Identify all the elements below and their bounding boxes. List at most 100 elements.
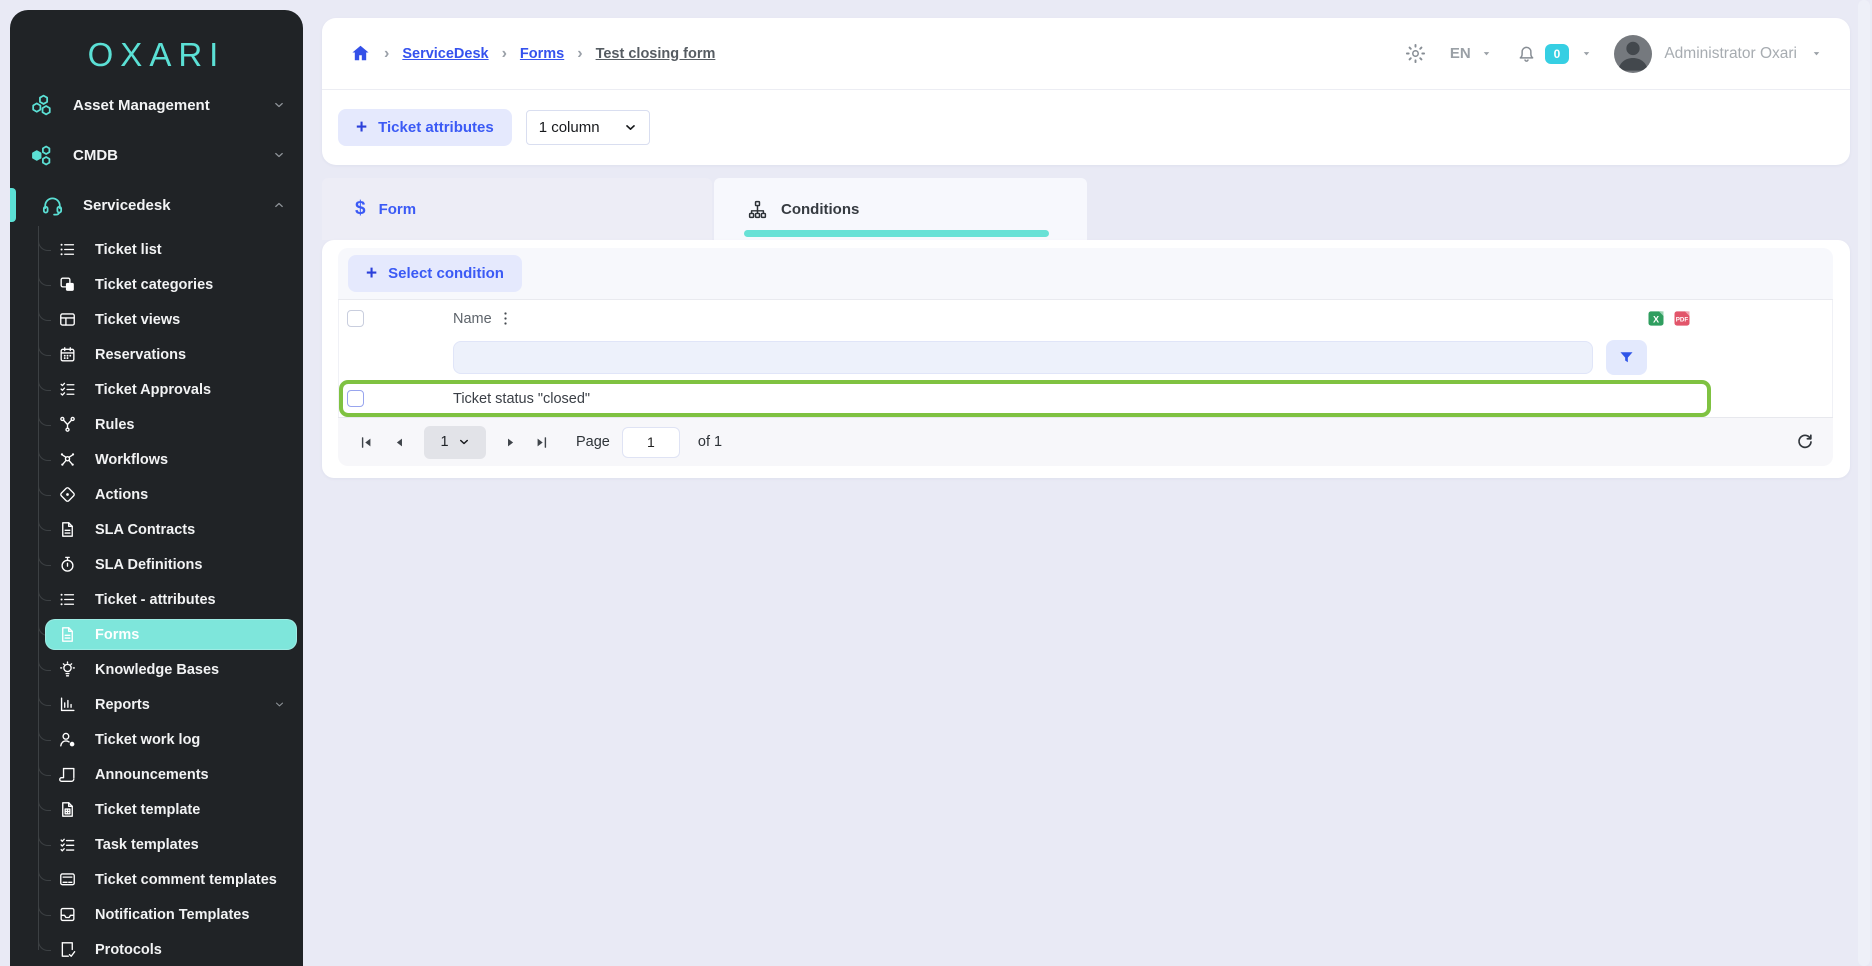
column-header-name[interactable]: Name <box>453 311 492 327</box>
stopwatch-icon <box>58 555 77 574</box>
columns-select[interactable]: 1 column <box>526 110 650 145</box>
sidebar-item-label: Protocols <box>95 942 162 958</box>
sidebar-item-label: Actions <box>95 487 148 503</box>
grid-rows: Ticket status "closed" <box>339 380 1832 417</box>
sidebar-item-sla-definitions[interactable]: SLA Definitions <box>10 547 303 582</box>
sidebar-item-ticket-work-log[interactable]: Ticket work log <box>10 722 303 757</box>
sidebar-item-sla-contracts[interactable]: SLA Contracts <box>10 512 303 547</box>
svg-text:PDF: PDF <box>1676 316 1689 323</box>
previous-page-button[interactable] <box>391 434 408 451</box>
last-page-button[interactable] <box>533 434 550 451</box>
row-checkbox[interactable] <box>347 390 364 407</box>
sidebar-item-label: Notification Templates <box>95 907 249 923</box>
breadcrumb-separator: › <box>502 45 507 63</box>
sidebar-item-workflows[interactable]: Workflows <box>10 442 303 477</box>
chart-icon <box>58 695 77 714</box>
columns-select-value: 1 column <box>539 119 600 136</box>
sidebar-item-rules[interactable]: Rules <box>10 407 303 442</box>
tab-conditions[interactable]: Conditions <box>714 178 1087 240</box>
app-logo: OXARI <box>10 36 303 74</box>
sidebar-item-forms[interactable]: Forms <box>10 617 303 652</box>
language-selector[interactable]: EN <box>1450 45 1471 62</box>
sidebar-section-cmdb[interactable]: CMDB <box>10 130 303 180</box>
rows-icon <box>58 240 77 259</box>
page-scrollbar[interactable] <box>1858 0 1870 966</box>
sidebar-section-servicedesk[interactable]: Servicedesk <box>10 180 303 230</box>
ticket-attributes-button[interactable]: + Ticket attributes <box>338 109 512 146</box>
select-all-checkbox[interactable] <box>347 310 364 327</box>
grid-toolbar: + Select condition <box>338 248 1833 300</box>
column-menu-icon[interactable] <box>497 310 514 327</box>
breadcrumb: ›ServiceDesk›Forms›Test closing form <box>350 43 715 64</box>
sidebar-item-task-templates[interactable]: Task templates <box>10 827 303 862</box>
sidebar-item-ticket-attributes[interactable]: Ticket - attributes <box>10 582 303 617</box>
sidebar-nav: Asset Management CMDB ServicedeskTicket li… <box>10 80 303 966</box>
breadcrumb-separator: › <box>577 45 582 63</box>
gear-icon[interactable] <box>1405 43 1426 64</box>
conditions-grid: + Select condition Name X PDF <box>338 248 1833 466</box>
sidebar-item-label: Ticket - attributes <box>95 592 216 608</box>
breadcrumb-test-closing-form: Test closing form <box>596 46 716 62</box>
user-name[interactable]: Administrator Oxari <box>1664 45 1797 63</box>
refresh-icon[interactable] <box>1795 432 1815 452</box>
breadcrumb-servicedesk[interactable]: ServiceDesk <box>402 46 488 62</box>
language-caret-icon[interactable] <box>1481 48 1492 59</box>
sidebar-item-protocols[interactable]: Protocols <box>10 932 303 966</box>
page-number-input[interactable] <box>622 427 680 458</box>
sidebar-item-ticket-list[interactable]: Ticket list <box>10 232 303 267</box>
filter-button[interactable] <box>1606 340 1647 375</box>
first-page-button[interactable] <box>358 434 375 451</box>
network-icon <box>58 450 77 469</box>
bell-icon[interactable] <box>1516 43 1537 64</box>
user-area: EN 0 Administrator Oxari <box>1405 35 1822 73</box>
file-grid-icon <box>58 800 77 819</box>
export-excel-icon[interactable]: X <box>1646 308 1666 329</box>
sidebar-item-reservations[interactable]: Reservations <box>10 337 303 372</box>
sidebar-item-label: Task templates <box>95 837 199 853</box>
sidebar-item-ticket-approvals[interactable]: Ticket Approvals <box>10 372 303 407</box>
chevron-down-icon <box>273 99 285 111</box>
tab-conditions-label: Conditions <box>781 201 859 218</box>
name-filter-input[interactable] <box>453 341 1593 374</box>
home-icon[interactable] <box>350 43 371 64</box>
notification-caret-icon[interactable] <box>1581 48 1592 59</box>
active-item-highlight <box>45 619 297 650</box>
sidebar-item-ticket-comment-templates[interactable]: Ticket comment templates <box>10 862 303 897</box>
sidebar-item-notification-templates[interactable]: Notification Templates <box>10 897 303 932</box>
sidebar-item-knowledge-bases[interactable]: Knowledge Bases <box>10 652 303 687</box>
sidebar-item-reports[interactable]: Reports <box>10 687 303 722</box>
active-tab-indicator <box>744 230 1049 237</box>
scroll-icon <box>58 765 77 784</box>
table-row[interactable]: Ticket status "closed" <box>339 380 1711 417</box>
sitemap-icon <box>747 199 768 220</box>
user-menu-caret-icon[interactable] <box>1811 48 1822 59</box>
page-label: Page <box>576 434 610 450</box>
active-section-indicator <box>10 188 16 222</box>
chevron-up-icon <box>273 199 285 211</box>
bulb-icon <box>58 660 77 679</box>
select-condition-button[interactable]: + Select condition <box>348 255 522 292</box>
comment-card-icon <box>58 870 77 889</box>
sidebar-section-label: CMDB <box>73 147 118 164</box>
inbox-icon <box>58 905 77 924</box>
pagination-bar: 1 Page of 1 <box>338 417 1833 466</box>
breadcrumb-forms[interactable]: Forms <box>520 46 564 62</box>
sidebar-item-ticket-views[interactable]: Ticket views <box>10 302 303 337</box>
page-size-select[interactable]: 1 <box>424 426 486 459</box>
notification-badge[interactable]: 0 <box>1545 44 1570 64</box>
next-page-button[interactable] <box>502 434 519 451</box>
avatar[interactable] <box>1614 35 1652 73</box>
sidebar-item-actions[interactable]: Actions <box>10 477 303 512</box>
sidebar-section-asset-management[interactable]: Asset Management <box>10 80 303 130</box>
sidebar-item-ticket-template[interactable]: Ticket template <box>10 792 303 827</box>
cmdb-icon <box>30 143 55 168</box>
plus-icon: + <box>366 264 377 283</box>
svg-text:X: X <box>1653 314 1660 324</box>
tab-form-label: Form <box>379 201 417 218</box>
sidebar-item-announcements[interactable]: Announcements <box>10 757 303 792</box>
form-toolbar: + Ticket attributes 1 column <box>322 90 1850 164</box>
export-pdf-icon[interactable]: PDF <box>1672 308 1692 329</box>
chevron-down-icon <box>273 149 285 161</box>
tab-form[interactable]: $ Form <box>322 178 712 240</box>
sidebar-item-ticket-categories[interactable]: Ticket categories <box>10 267 303 302</box>
